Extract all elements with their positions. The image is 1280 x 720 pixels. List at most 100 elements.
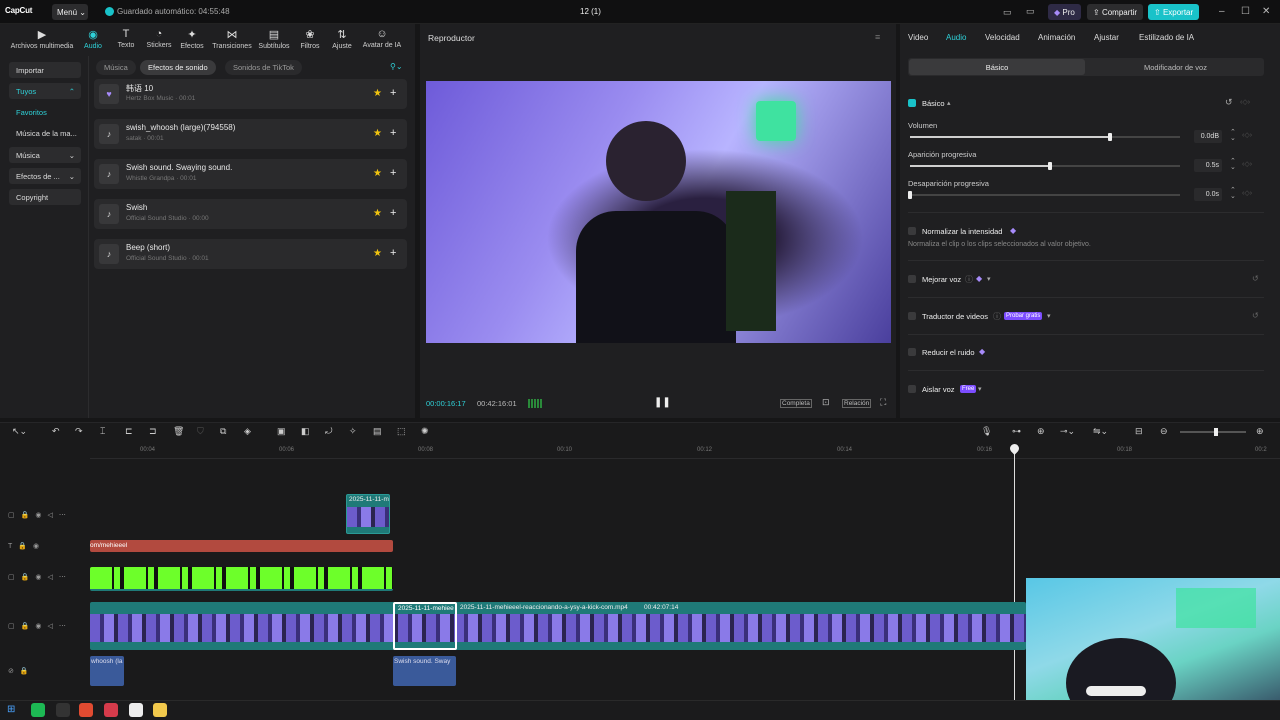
full-quality-button[interactable]: Completa (780, 399, 812, 408)
favorite-star-icon[interactable]: ★ (373, 208, 382, 219)
chevron-up-icon[interactable]: ▴ (947, 99, 951, 107)
favorite-star-icon[interactable]: ★ (373, 248, 382, 259)
crop-icon[interactable]: ⧉ (220, 426, 226, 437)
tool-stickers[interactable]: ◔ Stickers (144, 28, 174, 49)
obs-icon[interactable] (56, 703, 70, 717)
video-preview[interactable] (426, 81, 891, 343)
fullscreen-icon[interactable]: ⛶ (880, 397, 886, 408)
selected-clip[interactable]: 2025-11-11-mehiee (393, 602, 457, 650)
keyframe-nav-icon[interactable]: ‹◇› (1242, 131, 1252, 139)
add-icon[interactable]: + (390, 207, 396, 219)
favorite-star-icon[interactable]: ★ (373, 128, 382, 139)
maximize-icon[interactable]: ☐ (1241, 6, 1250, 17)
snapshot-icon[interactable]: ⊡ (822, 397, 830, 408)
chevron-down-icon[interactable]: ▾ (987, 275, 991, 283)
delete-icon[interactable]: 🗑 (173, 426, 184, 437)
spotify-icon[interactable] (31, 703, 45, 717)
track-controls[interactable]: ▢🔒◉◁⋯ (8, 622, 72, 630)
tab-video[interactable]: Video (908, 33, 928, 42)
tab-sound-effects[interactable]: Efectos de sonido (140, 60, 216, 75)
sound-item[interactable]: ♥ 韩语 10 Hertz Box Music · 00:01 ★ + (94, 79, 407, 109)
tool-transitions[interactable]: ⋈ Transiciones (210, 28, 254, 50)
pause-icon[interactable]: ❚❚ (654, 397, 671, 408)
cutout-icon[interactable]: ⬚ (397, 426, 406, 437)
favorite-star-icon[interactable]: ★ (373, 88, 382, 99)
stepper-icon[interactable]: ⌃ ⌄ (1230, 187, 1236, 200)
split-left-icon[interactable]: ⊏ (125, 426, 133, 437)
track-controls[interactable]: ▢🔒◉◁⋯ (8, 511, 72, 519)
sound-item[interactable]: ♪ swish_whoosh (large)(794558) satak · 0… (94, 119, 407, 149)
capcut-taskbar-icon[interactable] (129, 703, 143, 717)
add-icon[interactable]: + (390, 127, 396, 139)
audio-clip[interactable]: Swish sound. Sway (393, 656, 456, 686)
tool-filters[interactable]: ❀ Filtros (296, 28, 324, 50)
tool-captions[interactable]: ▤ Subtítulos (256, 28, 292, 50)
add-icon[interactable]: + (390, 87, 396, 99)
ai-effect-icon[interactable]: ✺ (421, 426, 429, 437)
sidebar-item-favorites[interactable]: Favoritos (9, 104, 81, 120)
keyframe-nav-icon[interactable]: ‹◇› (1242, 160, 1252, 168)
minimize-icon[interactable]: – (1219, 6, 1225, 17)
hamburger-icon[interactable]: ≡ (875, 32, 880, 42)
preview-axis-icon[interactable]: ⇋⌄ (1093, 426, 1108, 437)
zoom-slider[interactable] (1180, 431, 1246, 433)
fade-in-value[interactable]: 0.5s (1194, 159, 1222, 172)
freeze-icon[interactable]: ◈ (244, 426, 251, 437)
mirror-icon[interactable]: ◧ (301, 426, 310, 437)
tool-text[interactable]: T Texto (112, 28, 140, 49)
split-icon[interactable]: ⌶ (100, 426, 105, 437)
close-icon[interactable]: ✕ (1262, 6, 1270, 17)
tab-tiktok-sounds[interactable]: Sonidos de TikTok (225, 60, 302, 75)
pro-button[interactable]: ◆ Pro (1048, 4, 1081, 20)
tool-audio[interactable]: ◉ Audio (79, 28, 107, 50)
enhance-voice-checkbox[interactable] (908, 275, 916, 283)
main-video-clip[interactable]: 2025-11-11-mehieeel-reaccionando-a-ysy-a… (90, 602, 1026, 650)
tab-ai-styling[interactable]: Estilizado de IA (1139, 33, 1194, 42)
sound-item[interactable]: ♪ Swish Official Sound Studio · 00:00 ★ … (94, 199, 407, 229)
isolate-voice-checkbox[interactable] (908, 385, 916, 393)
stepper-icon[interactable]: ⌃ ⌄ (1230, 158, 1236, 171)
brave-icon[interactable] (79, 703, 93, 717)
sidebar-item-effects[interactable]: Efectos de ... ⌄ (9, 168, 81, 184)
microphone-icon[interactable]: 🎙 (981, 426, 992, 437)
track-controls[interactable]: ▢🔒◉◁⋯ (8, 573, 72, 581)
sidebar-item-brand-music[interactable]: Música de la ma... (9, 125, 89, 141)
reset-icon[interactable]: ↺ (1252, 311, 1259, 320)
caption-icon[interactable]: ⊟ (1135, 426, 1143, 437)
subtab-basic[interactable]: Básico (909, 59, 1085, 75)
split-right-icon[interactable]: ⊐ (149, 426, 157, 437)
magic-wand-icon[interactable]: ✧ (349, 426, 357, 437)
volume-value[interactable]: 0.0dB (1194, 130, 1222, 143)
zoom-knob[interactable] (1214, 428, 1218, 436)
playhead[interactable] (1014, 446, 1015, 700)
chevron-down-icon[interactable]: ▾ (978, 385, 982, 393)
subtab-voice-changer[interactable]: Modificador de voz (1088, 63, 1263, 72)
stepper-icon[interactable]: ⌃ ⌄ (1230, 129, 1236, 142)
reset-icon[interactable]: ↺ (1252, 274, 1259, 283)
windows-start-icon[interactable]: ⊞ (7, 704, 15, 715)
add-icon[interactable]: + (390, 167, 396, 179)
share-button[interactable]: ⇪ Compartir (1087, 4, 1144, 20)
chevron-down-icon[interactable]: ▾ (1047, 312, 1051, 320)
magnet-icon[interactable]: ⊕ (1037, 426, 1045, 437)
screen-icon[interactable]: ▭ (1026, 6, 1035, 17)
undo-icon[interactable]: ↶ (52, 426, 60, 437)
folder-icon[interactable] (153, 703, 167, 717)
add-icon[interactable]: + (390, 247, 396, 259)
favorite-star-icon[interactable]: ★ (373, 168, 382, 179)
export-button[interactable]: ⇧ Exportar (1148, 4, 1200, 20)
tool-avatar[interactable]: ☺ Avatar de IA (360, 28, 404, 49)
tab-animation[interactable]: Animación (1038, 33, 1075, 42)
text-clip[interactable]: om/mehieeel (90, 540, 393, 552)
tool-effects[interactable]: ✦ Efectos (178, 28, 206, 50)
fade-out-slider[interactable] (910, 194, 1180, 196)
sidebar-item-music[interactable]: Música ⌄ (9, 147, 81, 163)
tab-speed[interactable]: Velocidad (985, 33, 1020, 42)
video-clip-overlay[interactable]: 2025-11-11-m (346, 494, 390, 534)
fade-out-value[interactable]: 0.0s (1194, 188, 1222, 201)
green-screen-clip[interactable] (90, 567, 393, 591)
reset-icon[interactable]: ↺ (1225, 97, 1233, 108)
zoom-in-icon[interactable]: ⊕ (1256, 426, 1264, 437)
tool-adjust[interactable]: ⇅ Ajuste (328, 28, 356, 50)
fade-out-knob[interactable] (908, 191, 912, 199)
